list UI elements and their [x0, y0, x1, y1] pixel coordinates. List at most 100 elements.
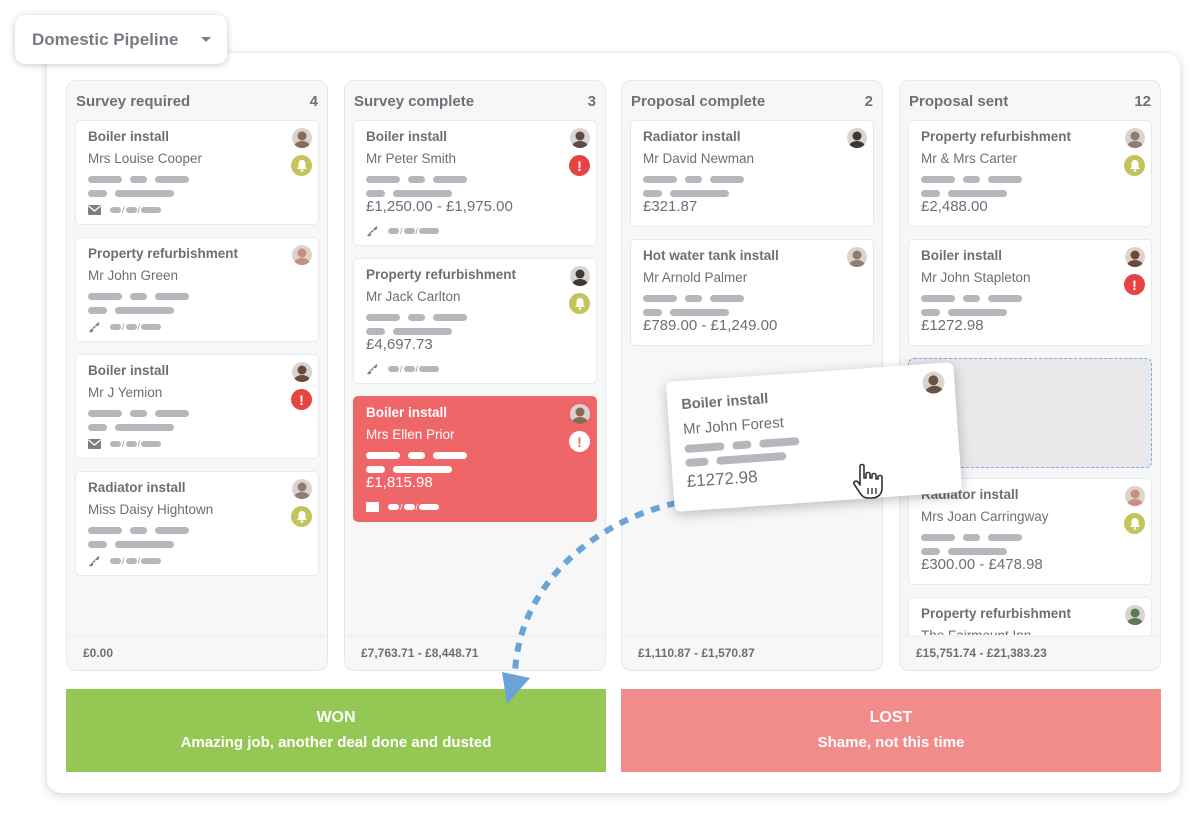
redacted-details — [366, 314, 584, 335]
won-dropzone[interactable]: WON Amazing job, another deal done and d… — [66, 689, 606, 772]
card-value: £321.87 — [643, 198, 698, 215]
pipeline-column: Survey complete 3 Boiler install Mr Peter … — [344, 80, 606, 671]
deal-card[interactable]: Boiler install Mr J Yemion / /! — [75, 354, 319, 459]
card-title: Boiler install — [366, 129, 448, 144]
column-count: 2 — [864, 93, 873, 110]
avatar — [292, 479, 312, 499]
avatar — [847, 128, 867, 148]
envelope-icon — [88, 438, 102, 450]
card-value: £2,488.00 — [921, 198, 988, 215]
alert-icon[interactable]: ! — [1124, 274, 1145, 295]
redacted-details — [366, 452, 584, 473]
deal-card[interactable]: Radiator install Mrs Joan Carringway £30… — [908, 478, 1152, 585]
column-count: 4 — [309, 93, 318, 110]
redacted-date: / / — [388, 503, 440, 512]
deal-card[interactable]: Property refurbishment The Fairmount Inn — [908, 597, 1152, 635]
deal-card[interactable]: Boiler install Mrs Ellen Prior £1,815.98… — [353, 396, 597, 522]
phone-icon — [366, 363, 380, 375]
card-customer: Mr Jack Carlton — [366, 289, 461, 304]
pipeline-selector[interactable]: Domestic Pipeline — [15, 15, 227, 64]
deal-card[interactable]: Boiler install Mr Peter Smith £1,250.00 … — [353, 120, 597, 246]
column-total: £1,110.87 - £1,570.87 — [622, 636, 882, 670]
avatar — [292, 362, 312, 382]
won-subtitle: Amazing job, another deal done and duste… — [180, 734, 492, 751]
column-title: Proposal sent — [909, 93, 1009, 110]
card-title: Radiator install — [88, 480, 186, 495]
deal-card[interactable]: Boiler install Mr John Stapleton £1272.9… — [908, 239, 1152, 346]
column-title: Survey required — [76, 93, 191, 110]
envelope-icon — [88, 204, 102, 216]
lost-subtitle: Shame, not this time — [817, 734, 965, 751]
avatar — [1125, 247, 1145, 267]
phone-icon — [88, 555, 102, 567]
card-title: Boiler install — [88, 363, 170, 378]
redacted-details — [88, 176, 306, 197]
avatar — [570, 266, 590, 286]
redacted-details — [921, 295, 1139, 316]
bell-icon[interactable] — [291, 155, 312, 176]
pipeline-selector-label: Domestic Pipeline — [32, 29, 179, 49]
deal-card[interactable]: Property refurbishment Mr & Mrs Carter £… — [908, 120, 1152, 227]
column-title: Proposal complete — [631, 93, 766, 110]
column-header: Survey complete 3 — [354, 93, 596, 113]
card-customer: Mr J Yemion — [88, 385, 163, 400]
lost-dropzone[interactable]: LOST Shame, not this time — [621, 689, 1161, 772]
column-total: £0.00 — [67, 636, 327, 670]
redacted-date: / / — [110, 323, 162, 332]
column-total: £7,763.71 - £8,448.71 — [345, 636, 605, 670]
card-customer: Mr John Green — [88, 268, 179, 283]
bell-icon[interactable] — [291, 506, 312, 527]
pipeline-column: Survey required 4 Boiler install Mrs Louis… — [66, 80, 328, 671]
avatar — [1125, 128, 1145, 148]
column-cards: Boiler install Mrs Louise Cooper / / Prope… — [75, 120, 319, 635]
column-cards: Boiler install Mr Peter Smith £1,250.00 … — [353, 120, 597, 635]
card-customer: Mrs Louise Cooper — [88, 151, 203, 166]
card-value: £300.00 - £478.98 — [921, 556, 1043, 573]
alert-icon[interactable]: ! — [569, 431, 590, 452]
card-value: £1,250.00 - £1,975.00 — [366, 198, 513, 215]
avatar — [570, 404, 590, 424]
deal-card[interactable]: Radiator install Mr David Newman £321.87 — [630, 120, 874, 227]
won-title: WON — [316, 709, 356, 726]
alert-icon[interactable]: ! — [291, 389, 312, 410]
card-customer: Mr Arnold Palmer — [643, 270, 748, 285]
bell-icon[interactable] — [1124, 155, 1145, 176]
redacted-details — [921, 534, 1139, 555]
card-title: Property refurbishment — [88, 246, 239, 261]
card-value: £1,815.98 — [366, 474, 433, 491]
card-customer: Mrs Joan Carringway — [921, 509, 1049, 524]
deal-card[interactable]: Radiator install Miss Daisy Hightown / / — [75, 471, 319, 576]
avatar — [570, 128, 590, 148]
deal-card[interactable]: Property refurbishment Mr Jack Carlton £… — [353, 258, 597, 384]
deal-card[interactable]: Boiler install Mrs Louise Cooper / / — [75, 120, 319, 225]
dragging-deal-card[interactable]: Boiler install Mr John Forest £1272.98 — [665, 362, 963, 512]
bell-icon[interactable] — [1124, 513, 1145, 534]
card-title: Boiler install — [921, 248, 1003, 263]
redacted-date: / / — [110, 557, 162, 566]
phone-icon — [366, 225, 380, 237]
bell-icon[interactable] — [569, 293, 590, 314]
redacted-details — [643, 295, 861, 316]
redacted-details — [366, 176, 584, 197]
card-title: Boiler install — [88, 129, 170, 144]
column-header: Proposal complete 2 — [631, 93, 873, 113]
redacted-details — [88, 293, 306, 314]
avatar — [847, 247, 867, 267]
card-value: £4,697.73 — [366, 336, 433, 353]
avatar — [292, 245, 312, 265]
caret-down-icon — [201, 37, 211, 42]
deal-card[interactable]: Property refurbishment Mr John Green / / — [75, 237, 319, 342]
avatar — [1125, 486, 1145, 506]
lost-title: LOST — [869, 709, 913, 726]
column-header: Survey required 4 — [76, 93, 318, 113]
column-count: 12 — [1134, 93, 1151, 110]
card-customer: Miss Daisy Hightown — [88, 502, 214, 517]
alert-icon[interactable]: ! — [569, 155, 590, 176]
card-customer: Mr John Stapleton — [921, 270, 1031, 285]
deal-card[interactable]: Hot water tank install Mr Arnold Palmer … — [630, 239, 874, 346]
card-title: Property refurbishment — [366, 267, 517, 282]
avatar — [1125, 605, 1145, 625]
card-customer: Mr & Mrs Carter — [921, 151, 1017, 166]
avatar — [292, 128, 312, 148]
redacted-details — [88, 410, 306, 431]
